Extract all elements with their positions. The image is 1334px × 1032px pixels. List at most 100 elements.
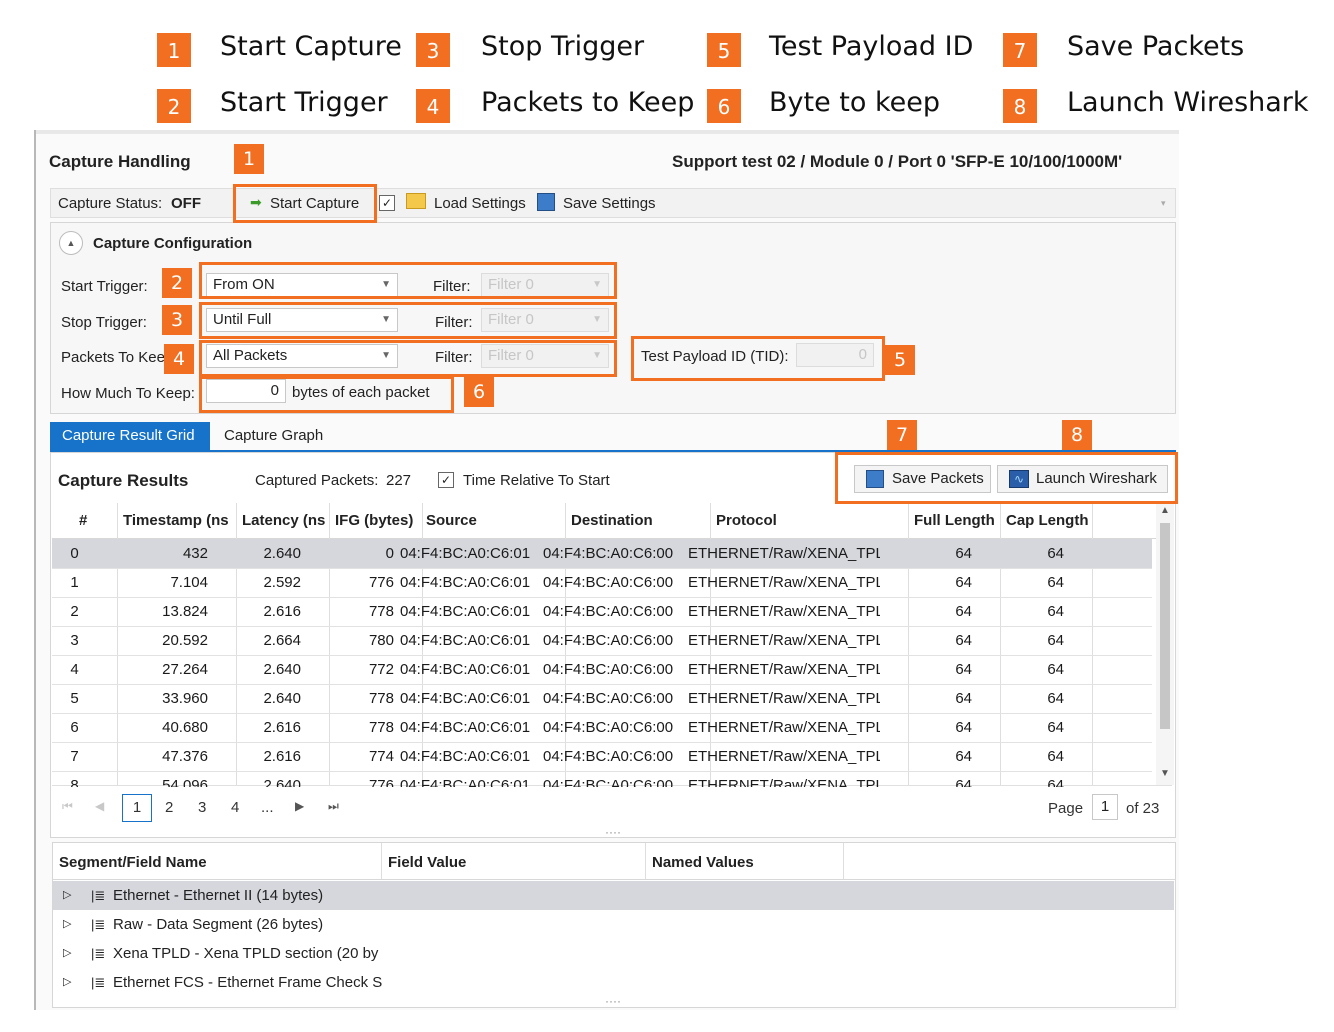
cell-latency: 2.616 <box>263 748 301 765</box>
cell-destination: 04:F4:BC:A0:C6:00 <box>543 748 674 765</box>
scroll-up-icon[interactable]: ▲ <box>1160 505 1170 516</box>
segment-list-icon: |≣ <box>91 946 106 961</box>
callout-badge-6: 6 <box>464 377 494 407</box>
cell-latency: 2.616 <box>263 719 301 736</box>
time-relative-checkbox[interactable]: ✓ <box>438 472 454 488</box>
cell-destination: 04:F4:BC:A0:C6:00 <box>543 661 674 678</box>
cell-protocol: ETHERNET/Raw/XENA_TPLI <box>688 690 880 707</box>
table-row[interactable]: 2 13.824 2.616 778 04:F4:BC:A0:C6:01 04:F4:BC… <box>52 597 1152 627</box>
cell-cap-length: 64 <box>1047 545 1064 562</box>
legend-badge-7: 7 <box>1003 33 1037 67</box>
cell-ifg: 776 <box>368 777 394 787</box>
col-header-source[interactable]: Source <box>426 512 477 529</box>
callout-badge-2: 2 <box>162 268 192 298</box>
cell-timestamp: 20.592 <box>162 632 208 649</box>
col-header-timestamp[interactable]: Timestamp (ns <box>123 512 235 529</box>
cell-cap-length: 64 <box>1047 748 1064 765</box>
capture-status-label: Capture Status: <box>58 195 163 212</box>
col-header-index[interactable]: # <box>79 512 87 529</box>
panel-splitter[interactable]: ···· <box>52 826 1174 839</box>
segment-name: Raw - Data Segment (26 bytes) <box>113 916 324 933</box>
cell-timestamp: 7.104 <box>170 574 208 591</box>
prev-page-icon[interactable]: ◀ <box>95 799 104 813</box>
cell-ifg: 780 <box>368 632 394 649</box>
last-page-icon[interactable]: ⏭ <box>328 799 339 814</box>
legend-label-2: Start Trigger <box>220 87 388 118</box>
col-header-full-length[interactable]: Full Length <box>914 512 995 529</box>
page-link-more[interactable]: ... <box>261 799 274 816</box>
save-settings-button[interactable]: Save Settings <box>537 191 662 216</box>
capture-toolbar: Capture Status: OFF ➡ Start Capture ✓ Lo… <box>50 188 1176 218</box>
scroll-down-icon[interactable]: ▼ <box>1160 768 1170 779</box>
scroll-thumb[interactable] <box>1160 523 1170 729</box>
folder-icon <box>406 193 426 209</box>
col-separator <box>381 843 382 879</box>
page-number-input[interactable]: 1 <box>1092 794 1118 820</box>
table-row[interactable]: 4 27.264 2.640 772 04:F4:BC:A0:C6:01 04:F4:BC… <box>52 655 1152 685</box>
segment-list-icon: |≣ <box>91 917 106 932</box>
first-page-icon[interactable]: ⏮ <box>62 799 73 814</box>
callout-badge-3: 3 <box>162 305 192 335</box>
segment-row[interactable]: ▷ |≣ Ethernet FCS - Ethernet Frame Check… <box>53 968 1174 997</box>
page-link-2[interactable]: 2 <box>165 799 173 816</box>
cell-cap-length: 64 <box>1047 690 1064 707</box>
cell-source: 04:F4:BC:A0:C6:01 <box>400 545 531 562</box>
time-relative-label: Time Relative To Start <box>463 472 610 489</box>
cell-ifg: 778 <box>368 719 394 736</box>
cell-full-length: 64 <box>955 661 972 678</box>
toolbar-checkbox[interactable]: ✓ <box>379 195 395 211</box>
table-row[interactable]: 1 7.104 2.592 776 04:F4:BC:A0:C6:01 04:F4:BC:… <box>52 568 1152 598</box>
tab-capture-graph[interactable]: Capture Graph <box>212 422 342 450</box>
cell-full-length: 64 <box>955 719 972 736</box>
cell-index: 8 <box>70 777 79 787</box>
page-link-3[interactable]: 3 <box>198 799 206 816</box>
grid-scrollbar[interactable]: ▲ ▼ <box>1156 503 1174 785</box>
seg-col-header-named[interactable]: Named Values <box>652 854 754 871</box>
callout-box-start-trigger <box>199 262 617 299</box>
page-link-4[interactable]: 4 <box>231 799 239 816</box>
cell-protocol: ETHERNET/Raw/XENA_TPLI <box>688 777 880 787</box>
expand-icon[interactable]: ▷ <box>63 939 71 968</box>
next-page-icon[interactable]: ▶ <box>295 799 304 813</box>
col-header-latency[interactable]: Latency (ns <box>242 512 326 529</box>
panel-splitter[interactable]: ···· <box>52 995 1174 1008</box>
table-row[interactable]: 6 40.680 2.616 778 04:F4:BC:A0:C6:01 04:F4:BC… <box>52 713 1152 743</box>
how-much-label: How Much To Keep: <box>61 385 195 402</box>
col-header-protocol[interactable]: Protocol <box>716 512 777 529</box>
segment-row[interactable]: ▷ |≣ Raw - Data Segment (26 bytes) <box>53 910 1174 939</box>
expand-icon[interactable]: ▷ <box>63 968 71 997</box>
collapse-icon[interactable]: ▲ <box>59 231 83 255</box>
table-row[interactable]: 8 54.096 2.640 776 04:F4:BC:A0:C6:01 04:F4:BC… <box>52 771 1152 787</box>
expand-icon[interactable]: ▷ <box>63 881 71 910</box>
toolbar-overflow-icon[interactable]: ▾ <box>1161 198 1166 209</box>
cell-index: 0 <box>70 545 79 562</box>
cell-timestamp: 33.960 <box>162 690 208 707</box>
callout-box-stop-trigger <box>199 302 617 339</box>
segment-row[interactable]: ▷ |≣ Ethernet - Ethernet II (14 bytes) <box>53 881 1174 910</box>
cell-ifg: 774 <box>368 748 394 765</box>
cell-full-length: 64 <box>955 632 972 649</box>
col-header-cap-length[interactable]: Cap Length <box>1006 512 1089 529</box>
load-settings-button[interactable]: Load Settings <box>406 191 531 216</box>
col-header-ifg[interactable]: IFG (bytes) <box>335 512 413 529</box>
cell-destination: 04:F4:BC:A0:C6:00 <box>543 719 674 736</box>
cell-timestamp: 27.264 <box>162 661 208 678</box>
table-row[interactable]: 7 47.376 2.616 774 04:F4:BC:A0:C6:01 04:F4:BC… <box>52 742 1152 772</box>
seg-col-header-value[interactable]: Field Value <box>388 854 466 871</box>
callout-box-start-capture <box>233 184 377 223</box>
seg-col-header-name[interactable]: Segment/Field Name <box>59 854 207 871</box>
table-row[interactable]: 5 33.960 2.640 778 04:F4:BC:A0:C6:01 04:F4:BC… <box>52 684 1152 714</box>
table-row[interactable]: 0 432 2.640 0 04:F4:BC:A0:C6:01 04:F4:BC:A0:C… <box>52 539 1152 569</box>
tab-capture-result-grid[interactable]: Capture Result Grid <box>50 422 210 450</box>
page-link-1[interactable]: 1 <box>122 794 152 822</box>
cell-protocol: ETHERNET/Raw/XENA_TPLI <box>688 574 880 591</box>
expand-icon[interactable]: ▷ <box>63 910 71 939</box>
cell-latency: 2.640 <box>263 545 301 562</box>
load-settings-label: Load Settings <box>434 195 526 212</box>
table-row[interactable]: 3 20.592 2.664 780 04:F4:BC:A0:C6:01 04:F4:BC… <box>52 626 1152 656</box>
col-header-destination[interactable]: Destination <box>571 512 653 529</box>
segment-row[interactable]: ▷ |≣ Xena TPLD - Xena TPLD section (20 b… <box>53 939 1174 968</box>
cell-full-length: 64 <box>955 777 972 787</box>
cell-timestamp: 40.680 <box>162 719 208 736</box>
cell-full-length: 64 <box>955 603 972 620</box>
